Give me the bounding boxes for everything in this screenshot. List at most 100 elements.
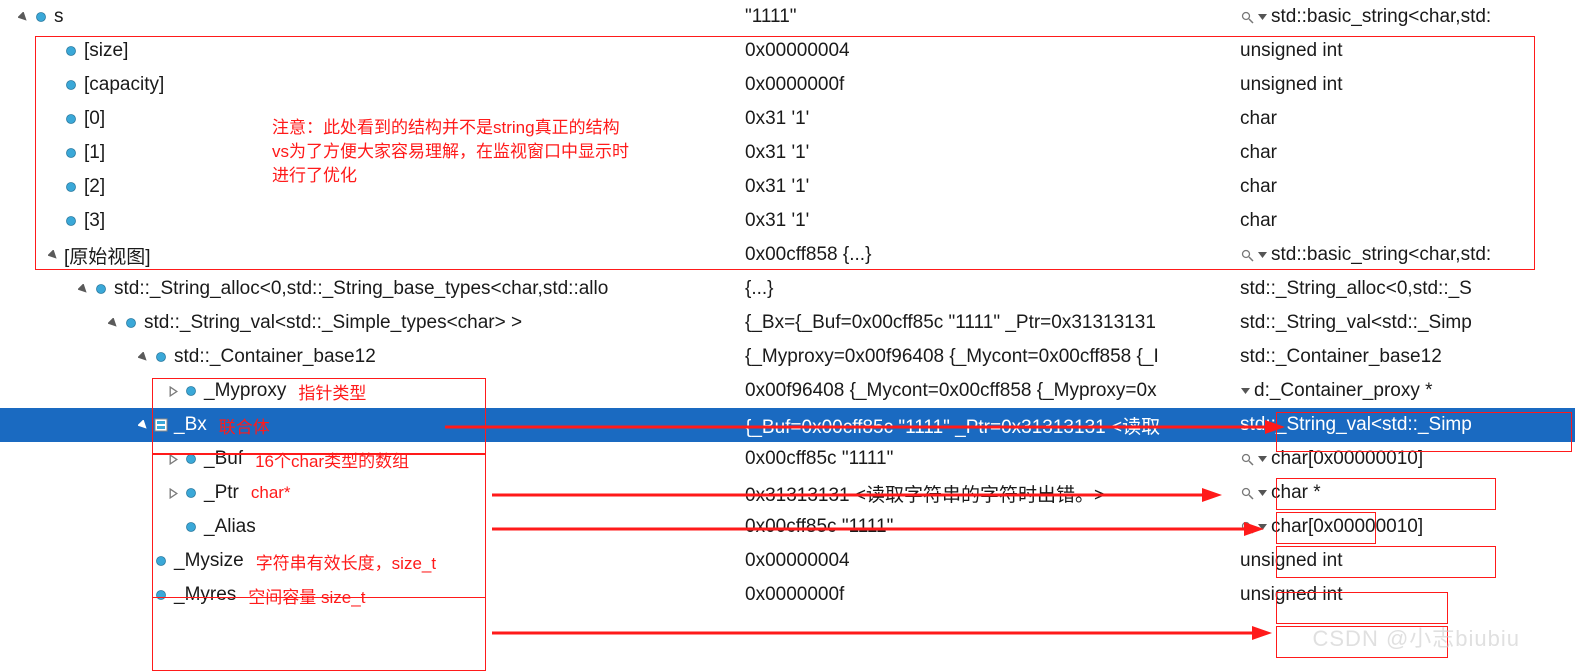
field-icon xyxy=(94,282,108,296)
row-value: 0x31313131 <读取字符串的字符时出错。> xyxy=(745,480,1105,507)
magnifier-icon[interactable] xyxy=(1240,520,1255,535)
row-name: [1] xyxy=(84,142,105,164)
row-value: 0x00cff85c "1111" xyxy=(745,448,893,470)
dropdown-icon[interactable] xyxy=(1257,490,1267,496)
field-icon xyxy=(184,486,198,500)
watch-row[interactable]: s"1111"std::basic_string<char,std: xyxy=(0,0,1575,34)
field-icon xyxy=(184,452,198,466)
watch-row[interactable]: std::_String_alloc<0,std::_String_base_t… xyxy=(0,272,1575,306)
watch-row[interactable]: [1] 0x31 '1' char xyxy=(0,136,1575,170)
row-name: [capacity] xyxy=(84,74,164,96)
watermark: CSDN @小志biubiu xyxy=(1313,621,1521,653)
expander-placeholder xyxy=(136,554,150,568)
field-icon xyxy=(184,520,198,534)
row-type: char * xyxy=(1271,482,1321,504)
row-value: 0x31 '1' xyxy=(745,210,809,232)
watch-row[interactable]: [原始视图]0x00cff858 {...}std::basic_string<… xyxy=(0,238,1575,272)
inline-annotation: 联合体 xyxy=(219,413,270,438)
row-value: 0x31 '1' xyxy=(745,142,809,164)
row-name: _Alias xyxy=(204,516,256,538)
row-name: std::_String_val<std::_Simple_types<char… xyxy=(144,312,522,334)
watch-row[interactable]: [size]0x00000004unsigned int xyxy=(0,34,1575,68)
row-type: char xyxy=(1240,210,1277,232)
watch-row[interactable]: _Bx联合体{_Buf=0x00cff85c "1111" _Ptr=0x313… xyxy=(0,408,1575,442)
row-value: 0x00000004 xyxy=(745,550,850,572)
expander-placeholder xyxy=(46,214,60,228)
field-icon xyxy=(34,10,48,24)
row-name: _Myres xyxy=(174,584,236,606)
watch-row[interactable]: _Ptrchar*0x31313131 <读取字符串的字符时出错。>char * xyxy=(0,476,1575,510)
dropdown-icon[interactable] xyxy=(1257,524,1267,530)
row-type: std::basic_string<char,std: xyxy=(1271,244,1491,266)
watch-row[interactable]: std::_Container_base12{_Myproxy=0x00f964… xyxy=(0,340,1575,374)
row-value: "1111" xyxy=(745,6,797,28)
row-value: {_Bx={_Buf=0x00cff85c "1111" _Ptr=0x3131… xyxy=(745,312,1156,334)
magnifier-icon[interactable] xyxy=(1240,486,1255,501)
field-icon xyxy=(64,112,78,126)
dropdown-icon[interactable] xyxy=(1257,14,1267,20)
expander-open-icon[interactable] xyxy=(136,350,150,364)
annotation-note: 注意：此处看到的结构并不是string真正的结构 vs为了方便大家容易理解，在监… xyxy=(272,116,629,187)
type-prefix: d: xyxy=(1254,380,1270,402)
magnifier-icon[interactable] xyxy=(1240,10,1255,25)
row-type: unsigned int xyxy=(1240,584,1342,606)
row-type: char xyxy=(1240,142,1277,164)
expander-open-icon[interactable] xyxy=(76,282,90,296)
dropdown-icon[interactable] xyxy=(1240,388,1250,394)
expander-closed-icon[interactable] xyxy=(166,384,180,398)
expander-closed-icon[interactable] xyxy=(166,452,180,466)
expander-open-icon[interactable] xyxy=(46,248,60,262)
field-icon xyxy=(64,78,78,92)
row-type: char[0x00000010] xyxy=(1271,516,1423,538)
inline-annotation: 空间容量 size_t xyxy=(248,583,365,608)
row-name: std::_Container_base12 xyxy=(174,346,376,368)
watch-row[interactable]: [0]0x31 '1'char xyxy=(0,102,1575,136)
row-name: _Mysize xyxy=(174,550,244,572)
row-value: 0x0000000f xyxy=(745,584,844,606)
magnifier-icon[interactable] xyxy=(1240,248,1255,263)
row-type: std::_String_val<std::_Simp xyxy=(1240,414,1472,436)
row-name: [0] xyxy=(84,108,105,130)
expander-placeholder xyxy=(46,112,60,126)
expander-closed-icon[interactable] xyxy=(166,486,180,500)
watch-row[interactable]: _Buf16个char类型的数组0x00cff85c "1111"char[0x… xyxy=(0,442,1575,476)
expander-placeholder xyxy=(136,588,150,602)
row-name: _Ptr xyxy=(204,482,239,504)
row-type: unsigned int xyxy=(1240,550,1342,572)
row-value: {...} xyxy=(745,278,774,300)
watch-row[interactable]: _Alias 0x00cff85c "1111" char[0x00000010] xyxy=(0,510,1575,544)
watch-row[interactable]: _Mysize字符串有效长度，size_t0x00000004unsigned … xyxy=(0,544,1575,578)
watch-row[interactable]: [2]0x31 '1'char xyxy=(0,170,1575,204)
row-type: std::_String_val<std::_Simp xyxy=(1240,312,1472,334)
field-icon xyxy=(124,316,138,330)
watch-row[interactable]: _Myproxy指针类型0x00f96408 {_Mycont=0x00cff8… xyxy=(0,374,1575,408)
expander-placeholder xyxy=(46,78,60,92)
field-icon xyxy=(64,44,78,58)
row-name: [2] xyxy=(84,176,105,198)
dropdown-icon[interactable] xyxy=(1257,252,1267,258)
dropdown-icon[interactable] xyxy=(1257,456,1267,462)
row-value: 0x0000000f xyxy=(745,74,844,96)
expander-open-icon[interactable] xyxy=(106,316,120,330)
field-icon xyxy=(154,554,168,568)
watch-row[interactable]: std::_String_val<std::_Simple_types<char… xyxy=(0,306,1575,340)
watch-row[interactable]: [3]0x31 '1'char xyxy=(0,204,1575,238)
expander-placeholder xyxy=(166,520,180,534)
row-type: _Container_proxy * xyxy=(1270,380,1433,402)
row-type: std::_Container_base12 xyxy=(1240,346,1442,368)
row-name: _Myproxy xyxy=(204,380,286,402)
watch-row[interactable]: _Myres 空间容量 size_t 0x0000000f unsigned int xyxy=(0,578,1575,612)
field-icon xyxy=(64,146,78,160)
magnifier-icon[interactable] xyxy=(1240,452,1255,467)
expander-open-icon[interactable] xyxy=(136,418,150,432)
row-type: unsigned int xyxy=(1240,40,1342,62)
inline-annotation: 指针类型 xyxy=(298,379,366,404)
watch-row[interactable]: [capacity]0x0000000funsigned int xyxy=(0,68,1575,102)
row-type: std::_String_alloc<0,std::_S xyxy=(1240,278,1472,300)
row-name: _Buf xyxy=(204,448,243,470)
expander-open-icon[interactable] xyxy=(16,10,30,24)
row-value: 0x00cff85c "1111" xyxy=(745,516,893,538)
row-name: _Bx xyxy=(174,414,207,436)
expander-placeholder xyxy=(46,146,60,160)
field-icon xyxy=(154,350,168,364)
